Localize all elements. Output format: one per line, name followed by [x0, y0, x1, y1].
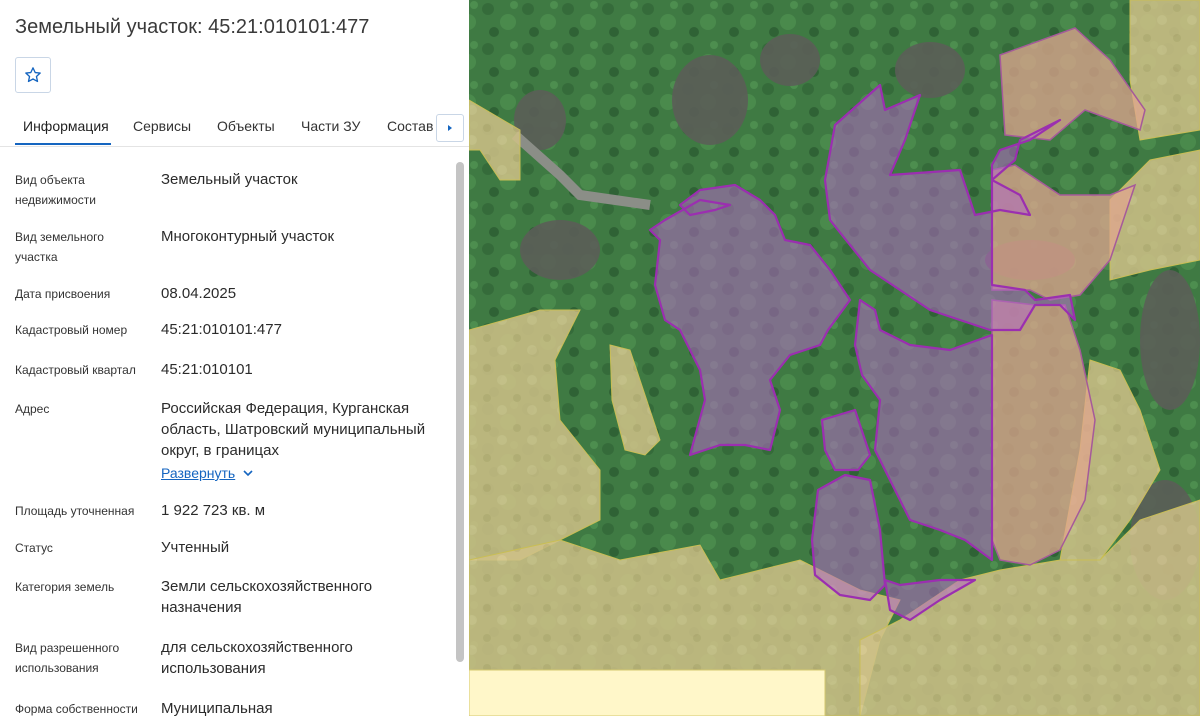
- label-object-type: Вид объекта недвижимости: [15, 173, 96, 207]
- page-title: Земельный участок: 45:21:010101:477: [15, 16, 370, 38]
- value-status: Учтенный: [161, 539, 230, 556]
- label-status: Статус: [15, 541, 53, 555]
- value-permitted-use: для сельскохозяйственного использования: [161, 639, 353, 677]
- tabs-next-button[interactable]: [436, 114, 464, 142]
- tab-parts[interactable]: Части ЗУ: [301, 118, 360, 134]
- label-cadastral-quarter: Кадастровый квартал: [15, 363, 136, 377]
- label-area: Площадь уточненная: [15, 504, 135, 518]
- map-view[interactable]: [469, 0, 1200, 716]
- value-land-category: Земли сельскохозяйственного назначения: [161, 578, 373, 616]
- label-land-type: Вид земельного участка: [15, 230, 104, 264]
- favorite-button[interactable]: [15, 57, 51, 93]
- value-assign-date: 08.04.2025: [161, 285, 237, 302]
- star-icon: [25, 67, 41, 83]
- label-land-category: Категория земель: [15, 580, 115, 594]
- address-expand-link[interactable]: Развернуть: [161, 465, 235, 481]
- tab-bar: Информация Сервисы Объекты Части ЗУ Сост…: [0, 110, 469, 147]
- label-address: Адрес: [15, 402, 50, 416]
- value-cadastral-quarter: 45:21:010101: [161, 361, 253, 378]
- panel-scrollbar[interactable]: [456, 162, 464, 662]
- tab-services[interactable]: Сервисы: [133, 118, 191, 134]
- map-canvas[interactable]: [469, 0, 1200, 716]
- label-cadastral-number: Кадастровый номер: [15, 323, 128, 337]
- active-tab-indicator: [15, 143, 111, 145]
- tab-information[interactable]: Информация: [23, 118, 109, 134]
- tab-objects[interactable]: Объекты: [217, 118, 275, 134]
- chevron-right-icon: [448, 125, 452, 131]
- value-cadastral-number: 45:21:010101:477: [161, 321, 282, 338]
- label-ownership: Форма собственности: [15, 702, 138, 716]
- info-panel: Земельный участок: 45:21:010101:477 Инфо…: [0, 0, 469, 716]
- chevron-down-icon[interactable]: [242, 467, 254, 479]
- value-ownership: Муниципальная: [161, 700, 273, 716]
- value-land-type: Многоконтурный участок: [161, 228, 335, 245]
- map-label-area: [469, 669, 826, 716]
- tab-composition[interactable]: Состав: [387, 118, 433, 134]
- label-assign-date: Дата присвоения: [15, 287, 111, 301]
- value-object-type: Земельный участок: [161, 171, 298, 188]
- value-area: 1 922 723 кв. м: [161, 502, 266, 519]
- label-permitted-use: Вид разрешенного использования: [15, 641, 120, 675]
- value-address: Российская Федерация, Курганская область…: [161, 400, 426, 459]
